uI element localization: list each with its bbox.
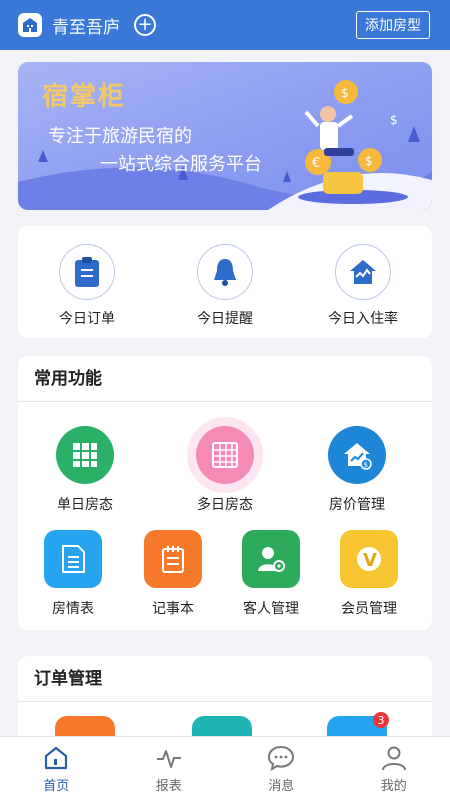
tab-reports[interactable]: 报表 <box>113 737 226 800</box>
chat-icon <box>268 745 295 771</box>
svg-text:$: $ <box>364 461 368 469</box>
member-management-label: 会员管理 <box>341 601 397 617</box>
order-management-title: 订单管理 <box>18 656 432 702</box>
single-day-room-status-label: 单日房态 <box>57 497 113 513</box>
svg-text:$: $ <box>365 154 373 168</box>
notebook-button[interactable]: 记事本 <box>118 530 228 618</box>
tab-home-label: 首页 <box>43 779 70 794</box>
svg-text:€: € <box>312 156 320 171</box>
add-room-type-button[interactable]: 添加房型 <box>356 11 430 39</box>
notebook-icon <box>144 530 202 588</box>
banner-slogan-line1: 专注于旅游民宿的 <box>48 126 192 147</box>
tab-messages[interactable]: 消息 <box>225 737 338 800</box>
today-occupancy-button[interactable]: 今日入住率 <box>294 226 432 338</box>
svg-text:$: $ <box>390 113 398 127</box>
document-icon <box>44 530 102 588</box>
notification-badge: 3 <box>373 712 389 728</box>
svg-text:$: $ <box>341 86 349 100</box>
tab-me[interactable]: 我的 <box>338 737 450 800</box>
tab-me-label: 我的 <box>380 779 407 794</box>
banner-brand: 宿掌柜 <box>42 82 127 112</box>
price-management-label: 房价管理 <box>329 497 385 513</box>
property-title[interactable]: 青至吾庐 <box>52 13 120 38</box>
banner-slogan-line2: 一站式综合服务平台 <box>100 154 262 175</box>
room-report-label: 房情表 <box>52 601 94 617</box>
calendar-grid-icon <box>196 426 254 484</box>
clipboard-icon <box>59 244 115 300</box>
multi-day-room-status-label: 多日房态 <box>197 497 253 513</box>
top-header: 青至吾庐 + 添加房型 <box>0 0 450 50</box>
multi-day-room-status-button[interactable]: 多日房态 <box>170 417 280 514</box>
tab-home[interactable]: 首页 <box>0 737 113 800</box>
price-house-icon: $ <box>328 426 386 484</box>
user-icon <box>381 746 406 771</box>
home-icon <box>45 746 68 770</box>
guest-management-button[interactable]: 客人管理 <box>216 530 326 618</box>
bell-icon <box>197 244 253 300</box>
today-quick-card: 今日订单 今日提醒 今日入住率 <box>18 226 432 338</box>
add-icon[interactable]: + <box>134 14 156 36</box>
common-functions-title: 常用功能 <box>18 356 432 402</box>
room-report-button[interactable]: 房情表 <box>18 530 128 618</box>
today-reminders-button[interactable]: 今日提醒 <box>156 226 294 338</box>
grid-icon <box>56 426 114 484</box>
member-management-button[interactable]: V 会员管理 <box>314 530 424 618</box>
hotel-logo-icon <box>18 13 42 37</box>
common-functions-card: 常用功能 单日房态 多日房态 $ 房价管理 房情表 记事本 客人管理 V 会员管… <box>18 356 432 630</box>
today-orders-button[interactable]: 今日订单 <box>18 226 156 338</box>
price-management-button[interactable]: $ 房价管理 <box>302 426 412 514</box>
tab-messages-label: 消息 <box>268 779 295 794</box>
tab-reports-label: 报表 <box>155 779 182 794</box>
vip-icon: V <box>340 530 398 588</box>
guest-management-label: 客人管理 <box>243 601 299 617</box>
svg-text:V: V <box>363 550 377 571</box>
promo-banner[interactable]: € $ $ $ 宿掌柜 专注于旅游民宿的 一站式综合服务平台 <box>18 62 432 210</box>
today-reminders-label: 今日提醒 <box>197 311 253 327</box>
single-day-room-status-button[interactable]: 单日房态 <box>30 426 140 514</box>
notebook-label: 记事本 <box>152 601 194 617</box>
today-occupancy-label: 今日入住率 <box>328 311 398 327</box>
house-chart-icon <box>335 244 391 300</box>
today-orders-label: 今日订单 <box>59 311 115 327</box>
pulse-icon <box>156 750 181 768</box>
bottom-tab-bar: 首页 报表 消息 我的 <box>0 736 450 800</box>
guest-gear-icon <box>242 530 300 588</box>
